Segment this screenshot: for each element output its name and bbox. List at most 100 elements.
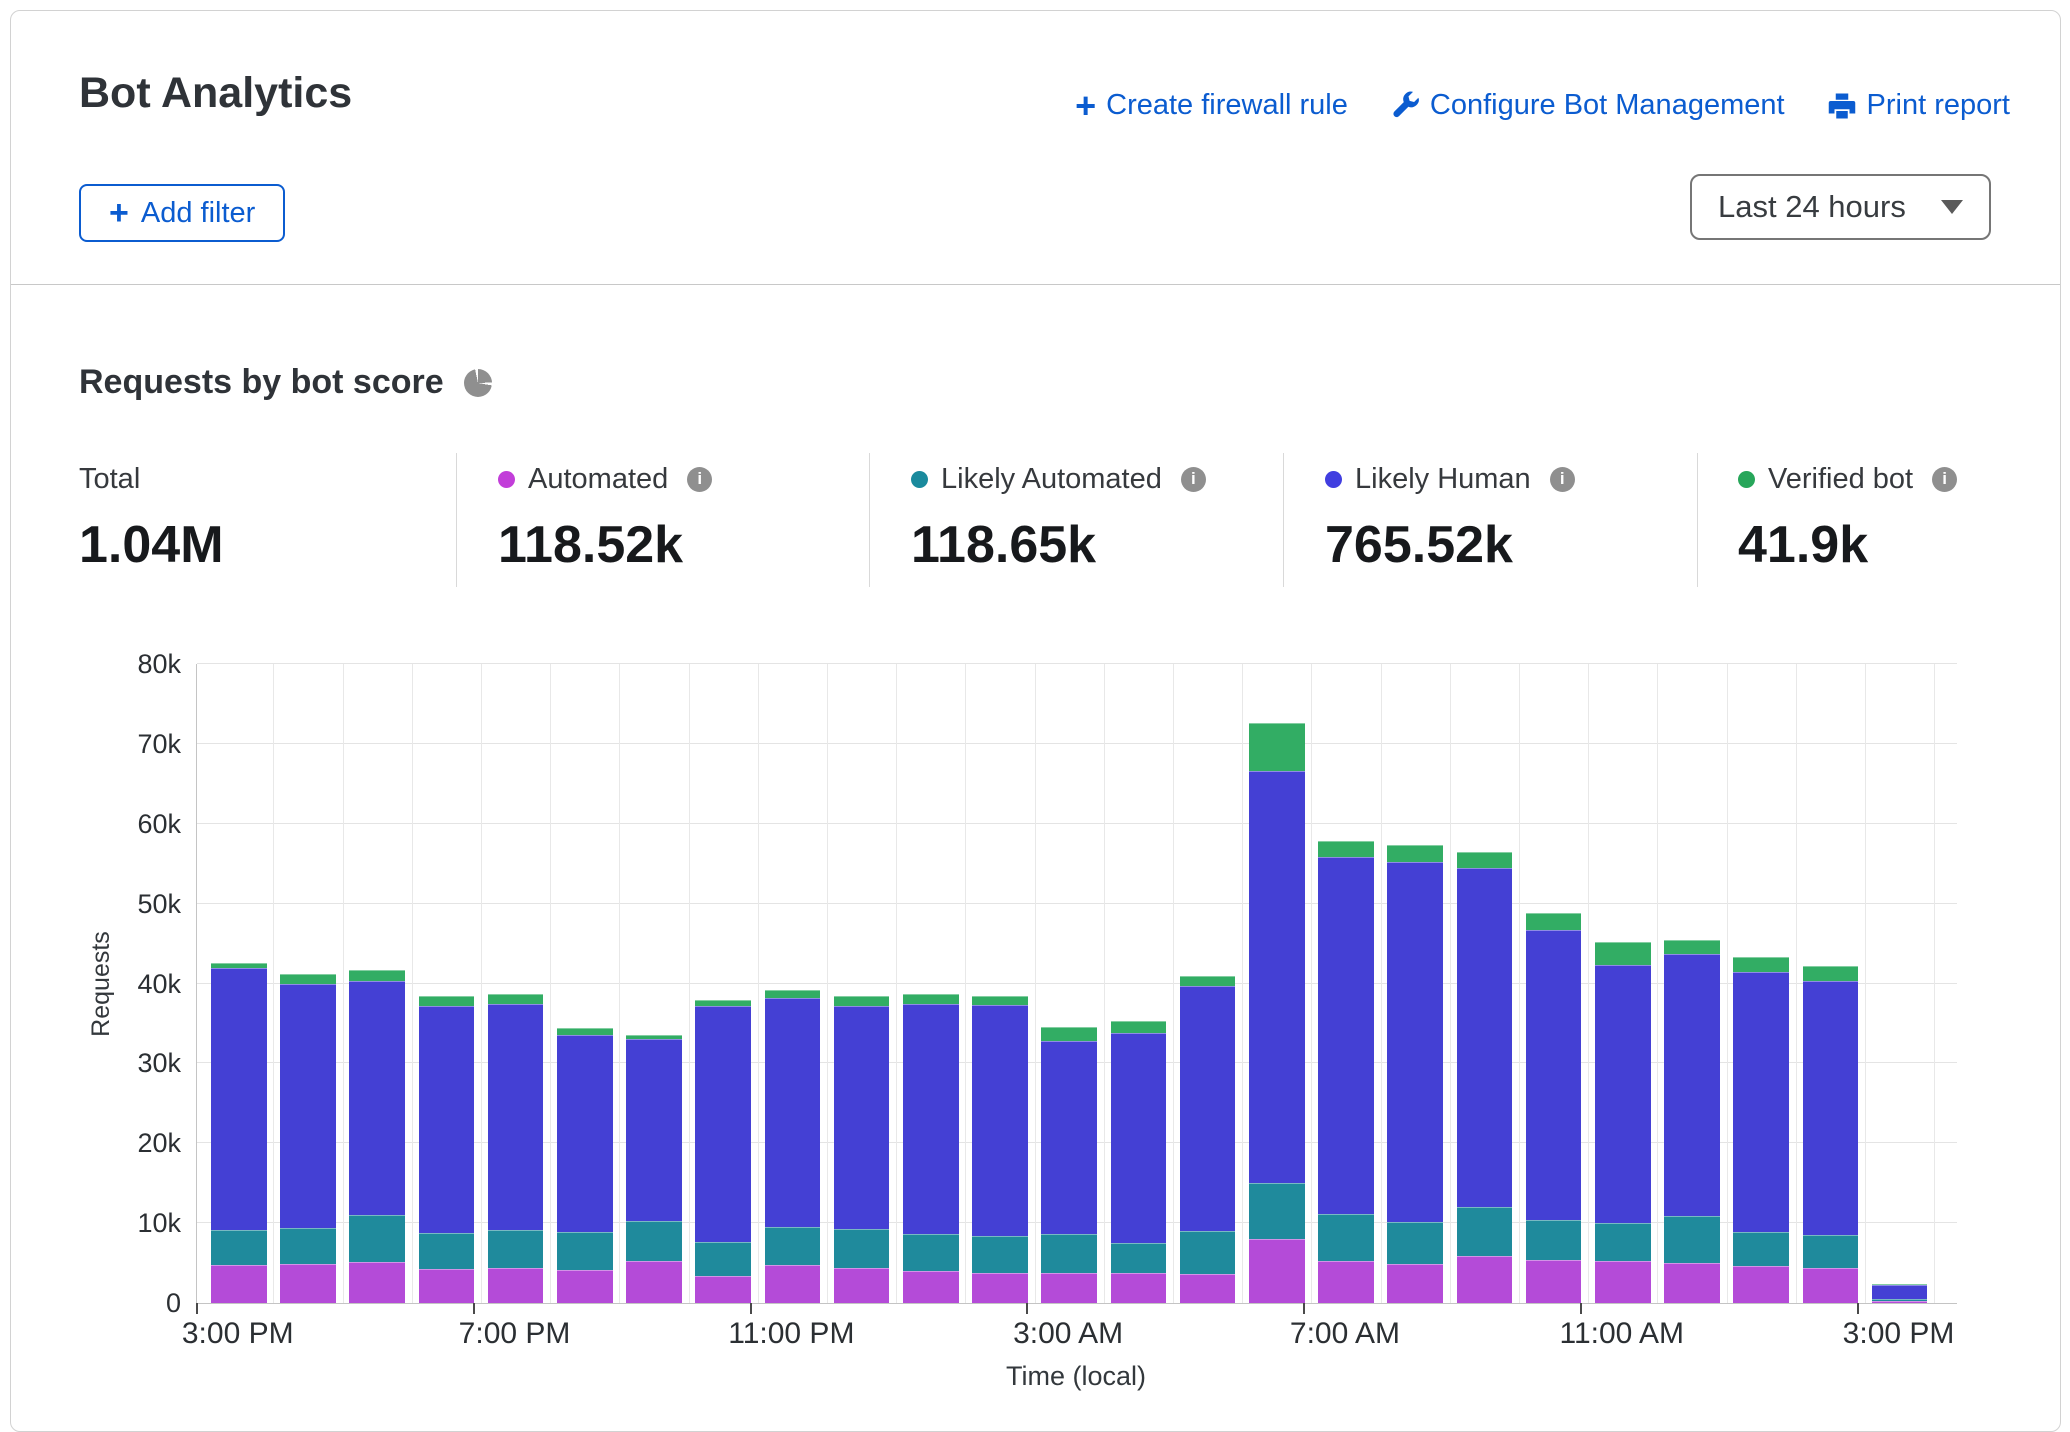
bar-segment-automated bbox=[972, 1273, 1028, 1303]
bar-segment-likely-automated bbox=[1733, 1232, 1789, 1266]
bar-segment-automated bbox=[695, 1276, 751, 1303]
bar-stack[interactable] bbox=[1041, 1027, 1097, 1303]
bar-segment-verified-bot bbox=[1803, 966, 1859, 981]
gridline-horizontal bbox=[197, 903, 1957, 904]
bar-segment-verified-bot bbox=[1041, 1027, 1097, 1041]
x-tick bbox=[750, 1303, 752, 1314]
printer-icon bbox=[1827, 91, 1857, 121]
y-axis-labels: 010k20k30k40k50k60k70k80k bbox=[101, 664, 181, 1303]
bar-stack[interactable] bbox=[765, 990, 821, 1303]
gridline-vertical bbox=[1035, 664, 1036, 1303]
x-tick-label: 11:00 PM bbox=[681, 1317, 901, 1351]
bar-segment-likely-human bbox=[1526, 930, 1582, 1220]
bar-segment-likely-automated bbox=[695, 1242, 751, 1276]
bar-segment-likely-human bbox=[903, 1004, 959, 1234]
bar-stack[interactable] bbox=[626, 1035, 682, 1303]
bar-segment-verified-bot bbox=[1733, 957, 1789, 971]
stat-automated-value: 118.52k bbox=[498, 515, 712, 575]
create-firewall-rule-link[interactable]: + Create firewall rule bbox=[1075, 89, 1348, 122]
gridline-vertical bbox=[827, 664, 828, 1303]
gridline-vertical bbox=[1381, 664, 1382, 1303]
bar-segment-likely-automated bbox=[765, 1227, 821, 1265]
create-firewall-rule-label: Create firewall rule bbox=[1106, 89, 1348, 122]
bar-segment-verified-bot bbox=[903, 994, 959, 1004]
bar-stack[interactable] bbox=[557, 1028, 613, 1303]
bar-segment-likely-automated bbox=[419, 1233, 475, 1269]
stat-likely-human-label: Likely Human bbox=[1355, 463, 1531, 496]
bar-stack[interactable] bbox=[1180, 976, 1236, 1303]
bar-segment-verified-bot bbox=[488, 994, 544, 1004]
stat-verified-bot: Verified bot i 41.9k bbox=[1738, 461, 1957, 575]
info-icon[interactable]: i bbox=[687, 467, 712, 492]
bar-stack[interactable] bbox=[488, 994, 544, 1303]
bar-stack[interactable] bbox=[1318, 841, 1374, 1303]
bar-segment-likely-human bbox=[488, 1004, 544, 1230]
section-title: Requests by bot score bbox=[79, 363, 444, 402]
bar-segment-automated bbox=[1457, 1256, 1513, 1303]
bar-segment-likely-human bbox=[1803, 981, 1859, 1235]
bar-segment-verified-bot bbox=[972, 996, 1028, 1006]
x-tick bbox=[196, 1303, 198, 1314]
bar-stack[interactable] bbox=[1733, 957, 1789, 1303]
info-icon[interactable]: i bbox=[1932, 467, 1957, 492]
x-tick-label: 11:00 AM bbox=[1512, 1317, 1732, 1351]
bar-segment-automated bbox=[211, 1265, 267, 1303]
bar-stack[interactable] bbox=[695, 1000, 751, 1303]
gridline-vertical bbox=[1519, 664, 1520, 1303]
bar-segment-verified-bot bbox=[349, 970, 405, 981]
bar-stack[interactable] bbox=[1526, 913, 1582, 1303]
time-range-value: Last 24 hours bbox=[1718, 189, 1906, 225]
chevron-down-icon bbox=[1941, 200, 1963, 214]
bar-segment-likely-human bbox=[1733, 972, 1789, 1232]
bar-segment-likely-automated bbox=[1664, 1216, 1720, 1263]
bar-segment-automated bbox=[1526, 1260, 1582, 1303]
bar-segment-likely-automated bbox=[972, 1236, 1028, 1274]
bar-stack[interactable] bbox=[834, 996, 890, 1303]
bar-stack[interactable] bbox=[280, 974, 336, 1303]
bar-segment-likely-human bbox=[1457, 868, 1513, 1207]
bar-segment-automated bbox=[557, 1270, 613, 1303]
bar-stack[interactable] bbox=[1457, 852, 1513, 1303]
configure-bot-management-link[interactable]: Configure Bot Management bbox=[1390, 89, 1785, 122]
bar-stack[interactable] bbox=[349, 970, 405, 1303]
bar-segment-likely-human bbox=[1111, 1033, 1167, 1243]
gridline-vertical bbox=[1727, 664, 1728, 1303]
stat-likely-human-value: 765.52k bbox=[1325, 515, 1575, 575]
bar-stack[interactable] bbox=[1387, 845, 1443, 1303]
bar-stack[interactable] bbox=[1872, 1284, 1928, 1303]
bar-stack[interactable] bbox=[1803, 966, 1859, 1303]
bar-stack[interactable] bbox=[419, 996, 475, 1303]
gridline-vertical bbox=[1865, 664, 1866, 1303]
bar-segment-likely-automated bbox=[1180, 1231, 1236, 1274]
info-icon[interactable]: i bbox=[1181, 467, 1206, 492]
print-report-link[interactable]: Print report bbox=[1827, 89, 2010, 122]
gridline-horizontal bbox=[197, 823, 1957, 824]
x-tick-label: 7:00 AM bbox=[1235, 1317, 1455, 1351]
gridline-vertical bbox=[1173, 664, 1174, 1303]
bar-segment-likely-human bbox=[1180, 986, 1236, 1231]
time-range-select[interactable]: Last 24 hours bbox=[1690, 174, 1991, 240]
x-tick-label: 7:00 PM bbox=[405, 1317, 625, 1351]
bar-stack[interactable] bbox=[211, 963, 267, 1303]
stat-divider bbox=[1697, 453, 1698, 587]
add-filter-button[interactable]: + Add filter bbox=[79, 184, 285, 242]
info-icon[interactable]: i bbox=[1550, 467, 1575, 492]
bar-stack[interactable] bbox=[1595, 942, 1651, 1303]
bar-segment-automated bbox=[1595, 1261, 1651, 1303]
plus-icon: + bbox=[1075, 92, 1096, 120]
x-axis-ticks bbox=[196, 1303, 1956, 1315]
bar-segment-automated bbox=[280, 1264, 336, 1303]
bar-segment-verified-bot bbox=[1457, 852, 1513, 868]
bar-segment-verified-bot bbox=[765, 990, 821, 998]
gridline-vertical bbox=[1104, 664, 1105, 1303]
bar-segment-likely-human bbox=[1664, 954, 1720, 1216]
bar-stack[interactable] bbox=[1249, 723, 1305, 1303]
gridline-vertical bbox=[1588, 664, 1589, 1303]
bar-stack[interactable] bbox=[1111, 1021, 1167, 1303]
bar-stack[interactable] bbox=[1664, 940, 1720, 1303]
y-tick-label: 60k bbox=[137, 809, 181, 839]
bar-stack[interactable] bbox=[972, 996, 1028, 1303]
bar-stack[interactable] bbox=[903, 994, 959, 1303]
bar-segment-likely-automated bbox=[626, 1221, 682, 1262]
x-axis-title: Time (local) bbox=[196, 1361, 1956, 1392]
